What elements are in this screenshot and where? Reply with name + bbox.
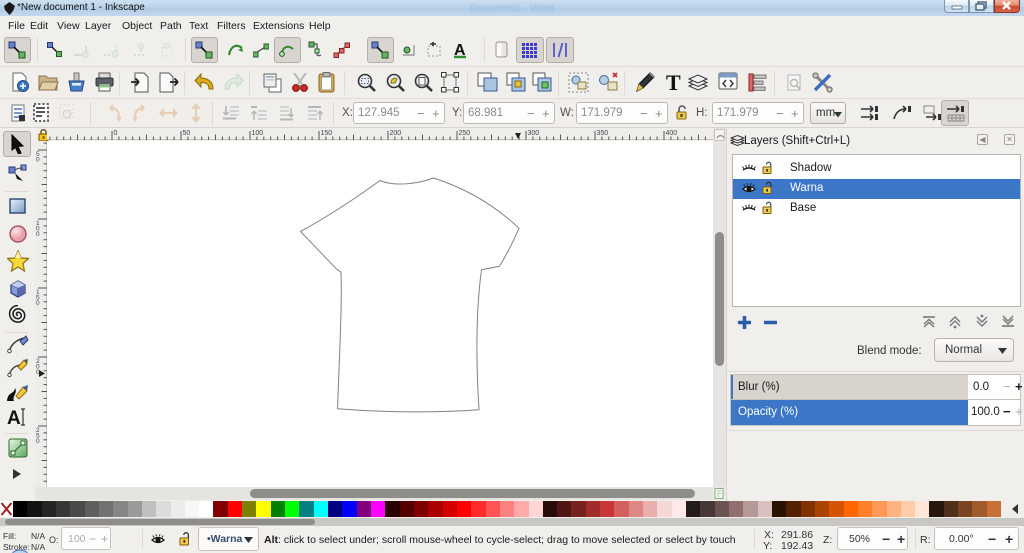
- svg-text:300: 300: [528, 130, 540, 137]
- svg-text:T: T: [666, 71, 681, 94]
- svg-text:0: 0: [36, 231, 40, 238]
- svg-text:400: 400: [666, 130, 678, 137]
- svg-text:250: 250: [459, 130, 471, 137]
- svg-text:0: 0: [36, 438, 40, 445]
- svg-text:0: 0: [36, 157, 40, 164]
- svg-text:100: 100: [252, 130, 264, 137]
- svg-text:200: 200: [390, 130, 402, 137]
- svg-text:350: 350: [597, 130, 609, 137]
- svg-text:A: A: [7, 408, 21, 429]
- svg-text:50: 50: [183, 130, 191, 137]
- svg-text:0: 0: [114, 130, 118, 137]
- svg-text:150: 150: [321, 130, 333, 137]
- svg-text:0: 0: [36, 300, 40, 307]
